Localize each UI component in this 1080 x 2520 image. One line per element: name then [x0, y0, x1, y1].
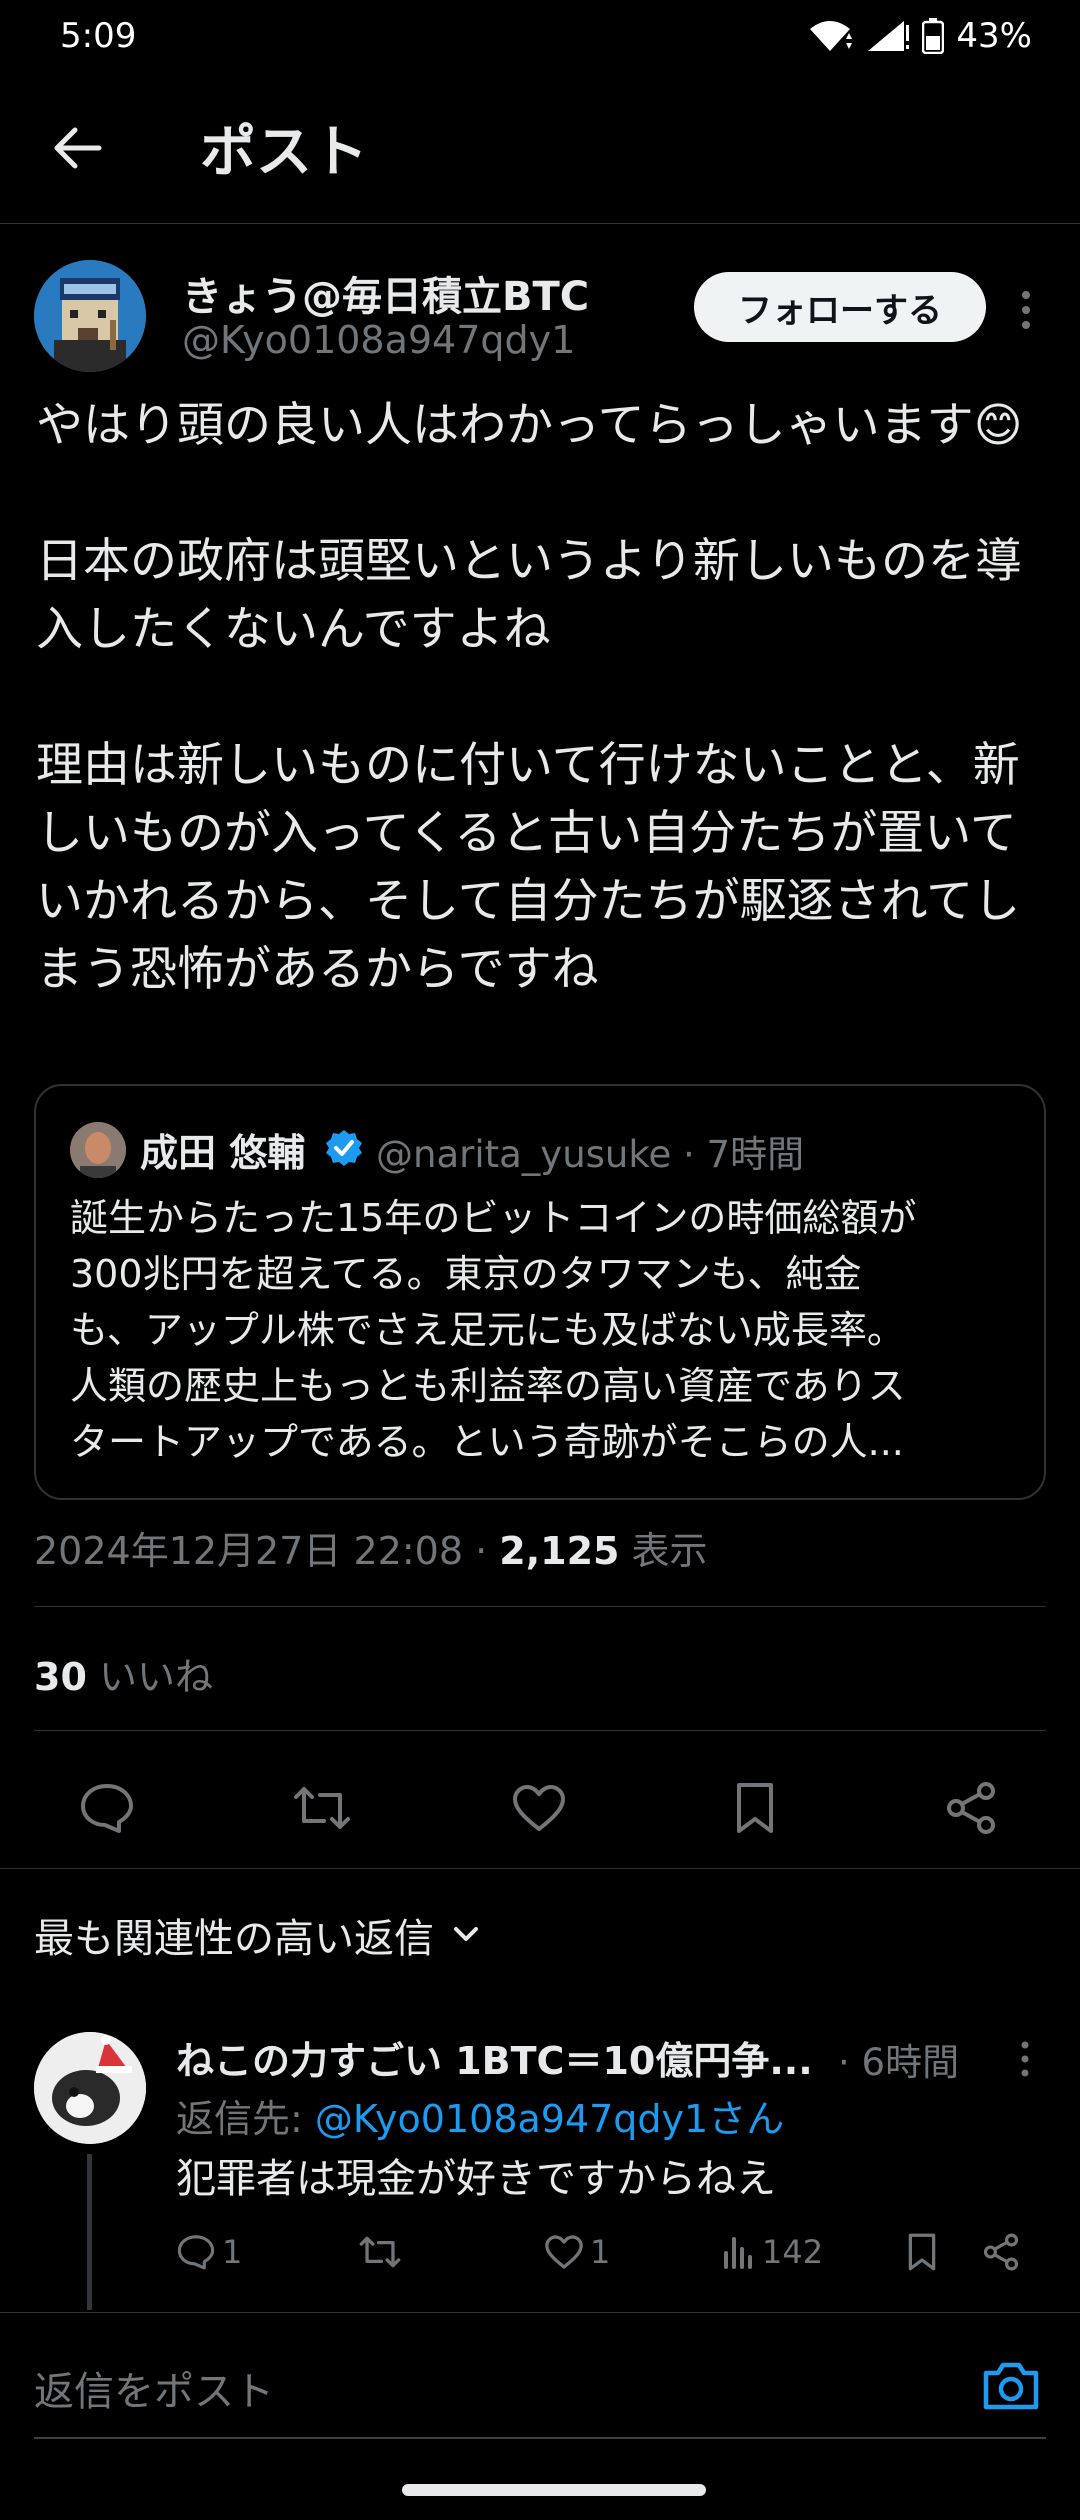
tweet-timestamp: 2024年12月27日 22:08 ·: [34, 1529, 500, 1573]
cat-avatar-image: [34, 2032, 146, 2144]
more-vertical-icon: [1022, 291, 1030, 329]
input-underline: [34, 2437, 1046, 2439]
quoted-text: 誕生からたった15年のビットコインの時価総額が 300兆円を超えてる。東京のタワ…: [70, 1190, 1020, 1470]
reply-to-user-link[interactable]: @Kyo0108a947qdy1さん: [315, 2097, 784, 2141]
reply-repost-button[interactable]: [358, 2220, 402, 2284]
quoted-author-avatar: [70, 1122, 126, 1178]
home-indicator[interactable]: [402, 2484, 706, 2496]
reply-to-prefix: 返信先:: [176, 2097, 315, 2141]
author-avatar[interactable]: [34, 260, 146, 372]
likes-summary[interactable]: 30 いいね: [34, 1646, 213, 1701]
reply-author-name[interactable]: ねこの力すごい 1BTC＝10億円争...: [176, 2030, 813, 2085]
reply-actions: 1 1 142: [0, 2220, 1080, 2284]
page-header: ポスト: [0, 72, 1080, 224]
pixel-avatar-image: [34, 260, 146, 372]
wifi-icon: [810, 21, 853, 51]
reply-text: 犯罪者は現金が好きですからねえ: [176, 2156, 776, 2202]
portrait-image: [70, 1122, 126, 1178]
battery-percent: 43%: [956, 16, 1032, 56]
quoted-author-name: 成田 悠輔: [140, 1131, 306, 1175]
like-button[interactable]: [505, 1774, 573, 1842]
arrow-left-icon: [54, 127, 102, 168]
quoted-tweet[interactable]: 成田 悠輔 @narita_yusuke · 7時間 誕生からたった15年のビッ…: [34, 1084, 1046, 1500]
signal-icon: [868, 21, 910, 51]
reply-bookmark-button[interactable]: [906, 2220, 938, 2284]
reply-view-count: 142: [762, 2233, 824, 2271]
views-label: 表示: [619, 1529, 708, 1573]
quoted-text-line: も、アップル株でさえ足元にも及ばない成長率。: [70, 1308, 905, 1352]
reply-like-button[interactable]: 1: [544, 2220, 610, 2284]
more-vertical-icon: [1021, 2041, 1029, 2077]
verified-badge-icon: [326, 1130, 362, 1166]
tweet-author: きょう@毎日積立BTC @Kyo0108a947qdy1 フォローする: [34, 258, 1046, 374]
back-button[interactable]: [38, 108, 118, 188]
share-button[interactable]: [937, 1774, 1005, 1842]
author-name[interactable]: きょう@毎日積立BTC: [182, 264, 589, 322]
replies-sort-label: 最も関連性の高い返信: [34, 1916, 434, 1962]
speech-bubble-icon: [177, 2235, 215, 2270]
reply-more-options-button[interactable]: [1010, 2034, 1040, 2084]
follow-button[interactable]: フォローする: [694, 272, 986, 342]
speech-bubble-icon: [81, 1784, 133, 1833]
chevron-down-icon: [454, 1927, 478, 1941]
reply-to-line: 返信先: @Kyo0108a947qdy1さん: [176, 2088, 784, 2143]
reply-author-avatar[interactable]: [34, 2032, 146, 2144]
author-handle[interactable]: @Kyo0108a947qdy1: [182, 318, 575, 362]
reply-like-count: 1: [590, 2233, 611, 2271]
reply-composer: 返信をポスト: [0, 2312, 1080, 2464]
divider: [34, 1730, 1046, 1731]
quoted-text-line: 300兆円を超えてる。東京のタワマンも、純金: [70, 1252, 862, 1296]
reply-reply-button[interactable]: 1: [176, 2220, 242, 2284]
battery-icon: [922, 18, 945, 54]
likes-count: 30: [34, 1655, 87, 1699]
repost-arrows-icon: [359, 2236, 401, 2268]
bookmark-button[interactable]: [721, 1774, 789, 1842]
reply-share-button[interactable]: [982, 2220, 1020, 2284]
reply-input[interactable]: 返信をポスト: [34, 2359, 274, 2417]
status-time: 5:09: [60, 16, 137, 56]
heart-icon: [513, 1785, 565, 1831]
reply-button[interactable]: [73, 1774, 141, 1842]
bar-chart-icon: [724, 2237, 752, 2269]
camera-icon: [983, 2362, 1039, 2410]
reply-time: · 6時間: [838, 2041, 960, 2084]
page-title: ポスト: [200, 120, 368, 185]
tweet-text: やはり頭の良い人はわかってらっしゃいます😊 日本の政府は頭堅いというより新しいも…: [36, 398, 1023, 997]
repost-arrows-icon: [294, 1787, 350, 1829]
status-icons: 43%: [808, 16, 1032, 56]
divider: [0, 1868, 1080, 1869]
bookmark-icon: [908, 2233, 936, 2271]
tweet-timestamp-views: 2024年12月27日 22:08 · 2,125 表示: [34, 1520, 708, 1575]
more-options-button[interactable]: [1006, 280, 1046, 340]
divider: [34, 1606, 1046, 1607]
likes-label: いいね: [86, 1655, 213, 1699]
replies-sort-dropdown[interactable]: 最も関連性の高い返信: [34, 1906, 480, 1964]
reply-reply-count: 1: [222, 2233, 243, 2271]
quoted-text-line: 誕生からたった15年のビットコインの時価総額が: [70, 1196, 917, 1240]
heart-icon: [545, 2235, 583, 2269]
share-icon: [983, 2233, 1019, 2271]
quoted-handle-time: @narita_yusuke · 7時間: [376, 1133, 805, 1176]
bookmark-icon: [737, 1783, 773, 1833]
quoted-text-line: 人類の歴史上もっとも利益率の高い資産でありス: [70, 1364, 906, 1408]
view-count: 2,125: [499, 1529, 620, 1573]
camera-button[interactable]: [978, 2353, 1044, 2419]
status-bar: 5:09 43%: [0, 0, 1080, 72]
quoted-text-line: タートアップである。という奇跡がそこらの人...: [70, 1420, 904, 1464]
share-icon: [947, 1782, 995, 1834]
tweet-actions: [0, 1760, 1080, 1856]
repost-button[interactable]: [288, 1774, 356, 1842]
reply-views-button[interactable]: 142: [722, 2220, 823, 2284]
